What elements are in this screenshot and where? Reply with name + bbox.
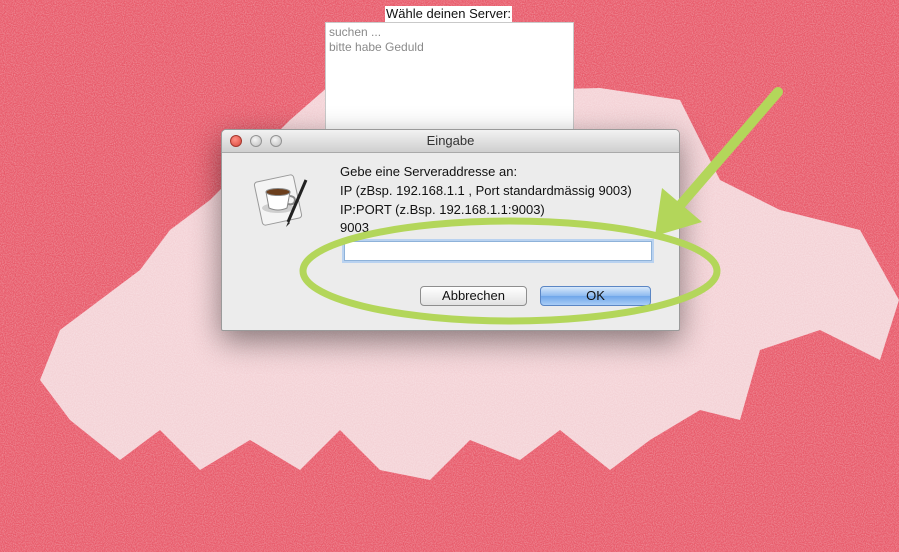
list-item[interactable]: bitte habe Geduld bbox=[329, 40, 570, 55]
server-address-input[interactable] bbox=[344, 241, 652, 261]
server-list[interactable]: suchen ... bitte habe Geduld bbox=[325, 22, 574, 140]
list-item[interactable]: suchen ... bbox=[329, 25, 570, 40]
close-icon[interactable] bbox=[230, 135, 242, 147]
minimize-icon[interactable] bbox=[250, 135, 262, 147]
zoom-icon[interactable] bbox=[270, 135, 282, 147]
dialog-message-line: 9003 bbox=[340, 220, 369, 235]
ok-button[interactable]: OK bbox=[540, 286, 651, 306]
dialog-titlebar[interactable]: Eingabe bbox=[222, 130, 679, 153]
dialog-title: Eingabe bbox=[426, 133, 475, 148]
dialog-message-line: Gebe eine Serveraddresse an: bbox=[340, 164, 518, 179]
server-window-title: Wähle deinen Server: bbox=[385, 6, 513, 22]
dialog-message-line: IP:PORT (z.Bsp. 192.168.1.1:9003) bbox=[340, 202, 545, 217]
dialog-message-line: IP (zBsp. 192.168.1.1 , Port standardmäs… bbox=[340, 183, 632, 198]
input-dialog: Eingabe Gebe eine Serveraddresse an: IP … bbox=[221, 129, 680, 331]
cancel-button[interactable]: Abbrechen bbox=[420, 286, 527, 306]
java-coffee-cup-icon bbox=[253, 174, 308, 227]
